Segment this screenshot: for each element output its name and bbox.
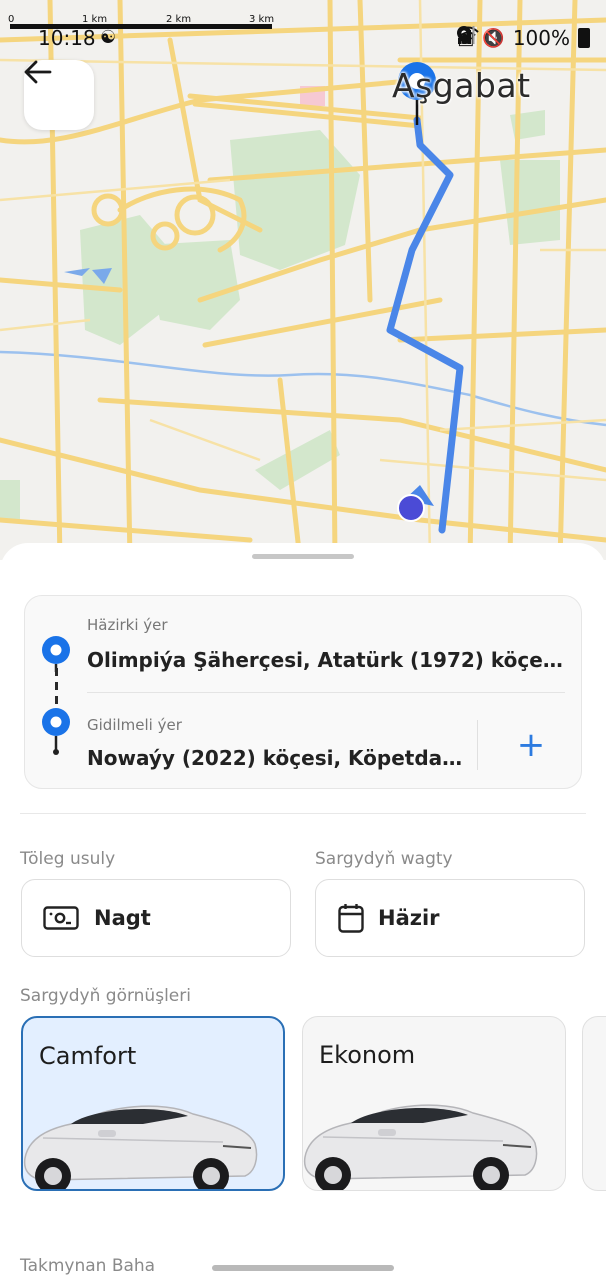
payment-label: Töleg usuly	[20, 849, 116, 869]
payment-method-value: Nagt	[94, 906, 151, 930]
system-icons: ▣ 🔇 100%	[457, 26, 590, 50]
payment-method-button[interactable]: Nagt	[21, 879, 291, 957]
home-indicator[interactable]	[212, 1265, 394, 1271]
mute-icon: 🔇	[482, 27, 505, 49]
origin-label: Häzirki ýer	[87, 616, 168, 634]
estimate-label: Takmynan Baha	[20, 1256, 156, 1276]
car-image	[303, 1104, 538, 1190]
add-stop-button[interactable]: +	[509, 718, 553, 772]
city-label: Aşgabat	[392, 66, 531, 105]
cash-icon	[42, 903, 80, 933]
destination-field[interactable]: Nowaýy (2022) köçesi, Köpetdag ...	[87, 746, 469, 770]
route-card: Häzirki ýer Olimpiýa Şäherçesi, Atatürk …	[24, 595, 582, 789]
sheet-drag-handle[interactable]	[252, 554, 354, 559]
car-type-card-next[interactable]	[582, 1016, 606, 1191]
section-divider	[20, 813, 586, 814]
signal-icon	[458, 26, 475, 44]
car-type-card-ekonom[interactable]: Ekonom	[302, 1016, 566, 1191]
order-types-label: Sargydyň görnüşleri	[20, 986, 191, 1006]
back-arrow-icon	[24, 60, 52, 84]
origin-pin-icon	[42, 636, 70, 672]
bottom-sheet: Häzirki ýer Olimpiýa Şäherçesi, Atatürk …	[0, 543, 606, 1280]
car-type-name: Camfort	[39, 1042, 137, 1070]
car-type-name: Ekonom	[319, 1041, 416, 1069]
order-time-value: Häzir	[378, 906, 440, 930]
battery-icon	[578, 28, 590, 48]
battery-percent: 100%	[512, 26, 570, 50]
map-view[interactable]: 0 1 km 2 km 3 km 10:18 ☯ ▣ 🔇 100% Aşgaba…	[0, 0, 606, 560]
calendar-icon	[336, 903, 366, 933]
car-image	[23, 1105, 258, 1189]
activity-icon: ☯	[100, 27, 117, 48]
destination-pin-icon	[42, 708, 70, 755]
divider	[477, 720, 478, 770]
order-time-label: Sargydyň wagty	[315, 849, 453, 869]
back-button[interactable]	[24, 60, 94, 130]
status-bar: 10:18 ☯ ▣ 🔇 100%	[0, 22, 606, 56]
origin-field[interactable]: Olimpiýa Şäherçesi, Atatürk (1972) köçes…	[87, 648, 565, 672]
divider	[87, 692, 565, 693]
car-type-card-camfort[interactable]: Camfort	[21, 1016, 285, 1191]
status-time: 10:18	[38, 26, 96, 50]
order-time-button[interactable]: Häzir	[315, 879, 585, 957]
destination-label: Gidilmeli ýer	[87, 716, 182, 734]
